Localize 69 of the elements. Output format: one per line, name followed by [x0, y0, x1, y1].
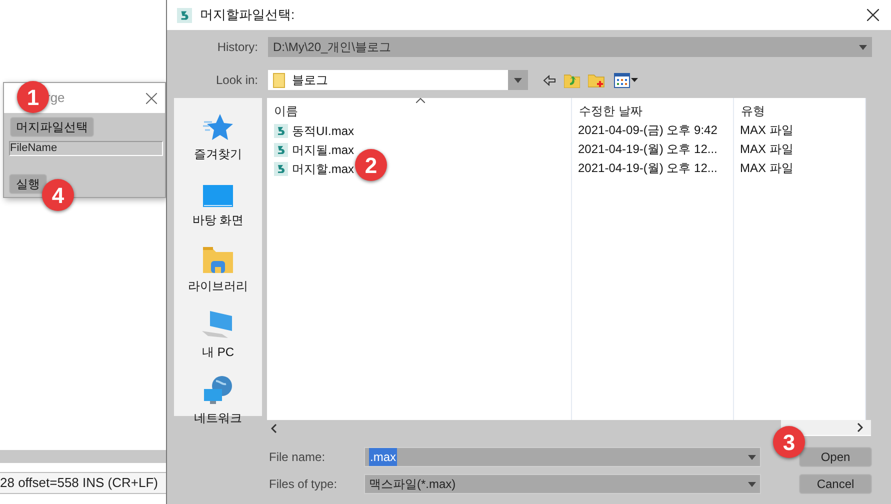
cancel-button[interactable]: Cancel — [799, 474, 872, 494]
caret-icon — [631, 78, 638, 82]
window-title: 머지할파일선택: — [200, 6, 295, 24]
file-icon — [274, 124, 288, 138]
close-icon[interactable] — [867, 9, 879, 21]
table-cell-text: MAX 파일 — [739, 160, 794, 177]
column-header[interactable]: 이름 — [267, 101, 571, 121]
history-path: D:\My\20_개인\블로그 — [273, 39, 392, 56]
select-file-button[interactable]: 머지파일선택 — [10, 117, 94, 137]
computer-icon — [202, 311, 234, 339]
place-label: 네트워크 — [194, 410, 242, 427]
dropdown-arrow-icon — [748, 482, 756, 486]
file-name: 머지할.max — [292, 160, 354, 178]
folder-icon — [203, 247, 233, 273]
table-cell-text: 2021-04-09-(금) 오후 9:42 — [577, 122, 718, 139]
history-label: History: — [216, 39, 258, 56]
dropdown-arrow-icon — [514, 78, 522, 82]
table-cell-text: 2021-04-19-(월) 오후 12... — [577, 141, 718, 158]
file-type-field[interactable]: 맥스파일(*.max) — [364, 474, 761, 494]
table-cell-text: MAX 파일 — [739, 141, 794, 158]
place-label: 즐겨찾기 — [194, 146, 242, 163]
run-button[interactable]: 실행 — [9, 174, 47, 194]
view-menu-button[interactable] — [614, 72, 638, 88]
place-item[interactable]: 즐겨찾기 — [176, 108, 260, 163]
app-icon — [177, 8, 192, 22]
scroll-right-icon[interactable] — [857, 423, 863, 432]
file-name-field[interactable]: FileName — [9, 141, 163, 156]
place-item[interactable]: 네트워크 — [176, 372, 260, 427]
folder-icon — [273, 72, 285, 88]
new-folder-icon[interactable] — [588, 72, 606, 88]
place-item[interactable]: 라이브러리 — [176, 240, 260, 295]
look-in-dropdown[interactable]: 블로그 — [268, 70, 528, 90]
table-cell-text: MAX 파일 — [739, 122, 794, 139]
monitor-icon — [203, 185, 233, 207]
column-header[interactable]: 수정한 날짜 — [572, 101, 733, 121]
open-button[interactable]: Open — [799, 447, 872, 467]
selected-text: .max — [369, 448, 398, 466]
file-icon — [274, 162, 288, 176]
file-row[interactable]: 머지할.max — [274, 159, 354, 178]
file-row[interactable]: 머지될.max — [274, 140, 354, 159]
file-name-label: File name: — [269, 449, 326, 466]
place-label: 바탕 화면 — [192, 212, 244, 229]
callout-badge: 4 — [42, 179, 74, 211]
status-text: 28 offset=558 INS (CR+LF) — [0, 474, 158, 492]
file-row[interactable]: 동적UI.max — [274, 121, 354, 140]
file-name: 머지될.max — [292, 142, 354, 158]
file-name-field[interactable]: .max — [364, 447, 761, 467]
table-cell-text: 2021-04-19-(월) 오후 12... — [577, 160, 718, 177]
look-in-value: 블로그 — [292, 72, 328, 89]
scroll-left-icon[interactable] — [271, 424, 277, 432]
view-grid-icon — [614, 72, 630, 88]
file-type-label: Files of type: — [269, 476, 338, 493]
network-icon — [202, 375, 234, 405]
place-item[interactable]: 바탕 화면 — [176, 174, 260, 229]
file-type-value: 맥스파일(*.max) — [369, 476, 456, 493]
place-label: 내 PC — [202, 344, 234, 361]
column-header[interactable]: 유형 — [734, 101, 865, 121]
file-name: 동적UI.max — [292, 122, 354, 140]
dropdown-arrow-icon — [748, 454, 756, 460]
file-icon — [274, 142, 288, 156]
dropdown-arrow-icon — [859, 44, 867, 50]
back-arrow-icon[interactable] — [543, 74, 556, 86]
sort-caret-icon — [416, 98, 425, 103]
place-item[interactable]: 내 PC — [176, 306, 260, 361]
history-dropdown[interactable]: D:\My\20_개인\블로그 — [268, 37, 872, 57]
look-in-label: Look in: — [214, 72, 258, 89]
close-icon[interactable] — [146, 92, 157, 104]
star-icon — [202, 113, 234, 141]
place-label: 라이브러리 — [188, 278, 248, 295]
